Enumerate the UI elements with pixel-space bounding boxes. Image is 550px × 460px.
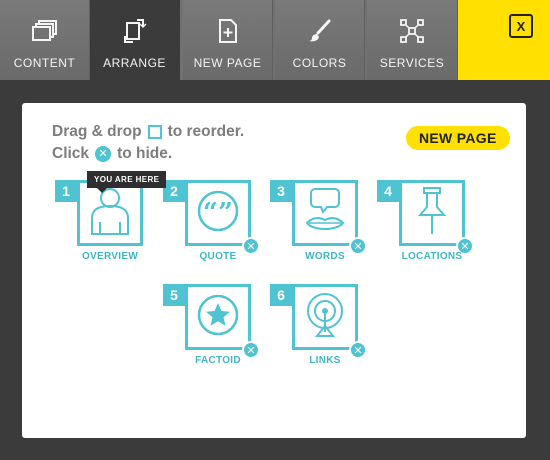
tab-label: NEW PAGE bbox=[193, 56, 262, 70]
instruction-reorder-text: to reorder. bbox=[167, 123, 245, 140]
instructions: Drag & drop to reorder. Click ✕ to hide. bbox=[52, 121, 244, 165]
arrange-rotate-icon bbox=[120, 16, 150, 46]
tab-new-page[interactable]: NEW PAGE bbox=[183, 0, 273, 80]
page-label: LINKS bbox=[309, 355, 341, 366]
page-thumbnail[interactable]: “” bbox=[185, 180, 251, 246]
page-number: 1 bbox=[55, 180, 77, 202]
hide-x-icon: ✕ bbox=[95, 146, 112, 162]
page-card-quote[interactable]: 2 “” ✕ QUOTE bbox=[163, 180, 263, 270]
page-label: QUOTE bbox=[199, 251, 237, 262]
star-icon bbox=[196, 293, 240, 342]
tab-services[interactable]: SERVICES bbox=[367, 0, 458, 80]
page-thumbnail[interactable] bbox=[185, 284, 251, 350]
page-card-words[interactable]: 3 ✕ WORDS bbox=[270, 180, 370, 270]
stack-pages-icon bbox=[30, 16, 60, 46]
page-number: 4 bbox=[377, 180, 399, 202]
tab-colors[interactable]: COLORS bbox=[275, 0, 365, 80]
person-icon bbox=[88, 186, 132, 241]
pushpin-icon bbox=[415, 186, 449, 241]
page-card-links[interactable]: 6 ✕ LINKS bbox=[270, 284, 370, 374]
services-nodes-icon bbox=[397, 16, 427, 46]
tab-content[interactable]: CONTENT bbox=[0, 0, 90, 80]
yellow-corner bbox=[458, 0, 550, 80]
tab-label: COLORS bbox=[292, 56, 347, 70]
instruction-drag-text: Drag & drop bbox=[52, 123, 142, 140]
page-card-factoid[interactable]: 5 ✕ FACTOID bbox=[163, 284, 263, 374]
tab-label: ARRANGE bbox=[103, 56, 166, 70]
page-thumbnail[interactable] bbox=[399, 180, 465, 246]
you-are-here-tooltip: YOU ARE HERE bbox=[87, 171, 167, 193]
close-button[interactable]: X bbox=[509, 14, 533, 38]
tab-label: CONTENT bbox=[13, 56, 76, 70]
tab-label: SERVICES bbox=[379, 56, 445, 70]
page-label: WORDS bbox=[305, 251, 345, 262]
page-thumbnail[interactable] bbox=[77, 180, 143, 246]
page-card-locations[interactable]: 4 ✕ LOCATIONS bbox=[377, 180, 477, 270]
page-thumbnail[interactable] bbox=[292, 180, 358, 246]
page-label: FACTOID bbox=[195, 355, 241, 366]
top-toolbar: CONTENT ARRANGE NEW PAGE COLORS SERVICES bbox=[0, 0, 550, 80]
page-card-overview[interactable]: 1 OVERVIEW bbox=[55, 180, 155, 270]
page-number: 3 bbox=[270, 180, 292, 202]
page-thumbnail[interactable] bbox=[292, 284, 358, 350]
paintbrush-icon bbox=[305, 16, 335, 46]
square-outline-icon bbox=[147, 125, 162, 139]
page-label: LOCATIONS bbox=[401, 251, 463, 262]
page-number: 5 bbox=[163, 284, 185, 306]
new-page-plus-icon bbox=[213, 16, 243, 46]
app-frame: CONTENT ARRANGE NEW PAGE COLORS SERVICES bbox=[0, 0, 550, 460]
new-page-button[interactable]: NEW PAGE bbox=[406, 126, 510, 150]
page-label: OVERVIEW bbox=[81, 251, 139, 262]
speech-lips-icon bbox=[301, 187, 349, 240]
instruction-hide-text: to hide. bbox=[117, 145, 173, 162]
instruction-click-text: Click bbox=[52, 145, 90, 162]
tab-arrange[interactable]: ARRANGE bbox=[90, 0, 180, 80]
page-number: 6 bbox=[270, 284, 292, 306]
antenna-icon bbox=[303, 291, 347, 344]
arrange-panel: Drag & drop to reorder. Click ✕ to hide.… bbox=[22, 103, 526, 438]
svg-text:“”: “” bbox=[203, 198, 233, 228]
quote-icon: “” bbox=[196, 189, 240, 238]
